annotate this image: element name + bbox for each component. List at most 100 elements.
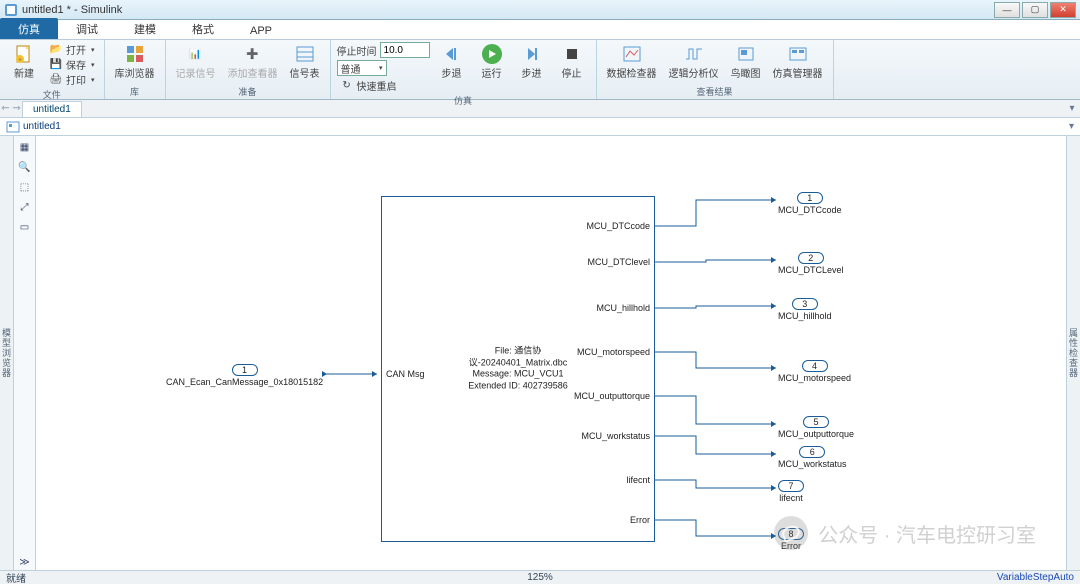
window-title: untitled1 * - Simulink (22, 4, 122, 16)
status-zoom[interactable]: 125% (527, 572, 553, 583)
document-tab[interactable]: untitled1 (22, 101, 82, 117)
ribbon: + 新建 📂打开▾ 💾保存▾ 🖨打印▾ 文件 库浏览器 库 📊记录信号 ➕添加查… (0, 40, 1080, 100)
block-out-label: MCU_DTCcode (586, 221, 650, 231)
inport-block[interactable]: 1 CAN_Ecan_CanMessage_0x18015182 (166, 364, 323, 387)
data-inspector-button[interactable]: 数据检查器 (603, 42, 661, 82)
can-unpack-block[interactable]: CAN Msg File: 通信协议-20240401_Matrix.dbc M… (381, 196, 655, 542)
ribbon-group-file: + 新建 📂打开▾ 💾保存▾ 🖨打印▾ 文件 (0, 40, 105, 99)
log-signals-icon: 📊 (186, 44, 206, 64)
print-icon: 🖨 (49, 73, 63, 87)
signal-table-button[interactable]: 信号表 (286, 42, 324, 82)
tab-debug[interactable]: 调试 (58, 18, 116, 39)
fit-button[interactable]: ⬚ (17, 179, 33, 195)
tab-app[interactable]: APP (232, 22, 290, 39)
left-dock-rail[interactable]: 模型浏览器 (0, 136, 14, 570)
library-icon (125, 44, 145, 64)
tab-simulation[interactable]: 仿真 (0, 18, 58, 39)
block-out-label: Error (630, 515, 650, 525)
tab-modeling[interactable]: 建模 (116, 18, 174, 39)
doc-tab-menu[interactable]: ▾ (1064, 103, 1080, 114)
status-bar: 就绪 125% VariableStepAuto (0, 570, 1080, 584)
right-dock-rail[interactable]: 属性检查器 (1066, 136, 1080, 570)
stop-icon (562, 44, 582, 64)
zoom-fit-button[interactable]: ⤢ (17, 199, 33, 215)
data-inspector-icon (622, 44, 642, 64)
signal-table-icon (295, 44, 315, 64)
stop-time-row: 停止时间 (337, 42, 430, 58)
explorer-button[interactable]: ▦ (17, 139, 33, 155)
step-back-button[interactable]: 步退 (434, 42, 470, 82)
maximize-button[interactable]: ▢ (1022, 2, 1048, 18)
block-out-label: lifecnt (626, 475, 650, 485)
outport-block[interactable]: 7lifecnt (778, 480, 804, 503)
app-icon (4, 3, 18, 17)
fast-restart-button[interactable]: ↻快速重启 (337, 78, 430, 93)
new-button[interactable]: + 新建 (6, 42, 42, 82)
stop-time-input[interactable] (380, 42, 430, 58)
sim-manager-button[interactable]: 仿真管理器 (769, 42, 827, 82)
outport-block[interactable]: 6MCU_workstatus (778, 446, 847, 469)
outport-block[interactable]: 2MCU_DTCLevel (778, 252, 844, 275)
block-inport-label: CAN Msg (386, 369, 425, 379)
inport-label: CAN_Ecan_CanMessage_0x18015182 (166, 377, 323, 387)
outport-block[interactable]: 4MCU_motorspeed (778, 360, 851, 383)
tab-format[interactable]: 格式 (174, 18, 232, 39)
diagram-canvas[interactable]: 1 CAN_Ecan_CanMessage_0x18015182 CAN Msg… (36, 136, 1066, 570)
outport-block[interactable]: 5MCU_outputtorque (778, 416, 854, 439)
save-icon: 💾 (49, 58, 63, 72)
block-out-label: MCU_motorspeed (577, 347, 650, 357)
minimize-button[interactable]: — (994, 2, 1020, 18)
stop-button[interactable]: 停止 (554, 42, 590, 82)
save-button[interactable]: 💾保存▾ (46, 57, 98, 72)
add-viewer-button[interactable]: ➕添加查看器 (224, 42, 282, 82)
log-signals-button[interactable]: 📊记录信号 (172, 42, 220, 82)
ribbon-group-review: 数据检查器 逻辑分析仪 鸟瞰图 仿真管理器 查看结果 (597, 40, 834, 99)
zoom-in-button[interactable]: 🔍 (17, 159, 33, 175)
svg-text:+: + (18, 57, 22, 64)
status-solver[interactable]: VariableStepAuto (997, 572, 1074, 583)
open-button[interactable]: 📂打开▾ (46, 42, 98, 57)
outport-block[interactable]: 1MCU_DTCcode (778, 192, 842, 215)
watermark: 公众号 · 汽车电控研习室 (774, 516, 1036, 550)
add-viewer-icon: ➕ (243, 44, 263, 64)
sim-manager-icon (788, 44, 808, 64)
birds-eye-icon (736, 44, 756, 64)
ribbon-group-simulate: 停止时间 普通▾ ↻快速重启 步退 运行 步进 停止 仿真 (331, 40, 597, 99)
fast-restart-icon: ↻ (340, 79, 354, 93)
step-back-icon (442, 44, 462, 64)
sim-mode-select[interactable]: 普通▾ (337, 60, 387, 76)
workspace: 模型浏览器 ▦ 🔍 ⬚ ⤢ ▭ ≫ 1 CAN_Ecan_CanMessag (0, 136, 1080, 570)
birds-eye-button[interactable]: 鸟瞰图 (727, 42, 765, 82)
close-button[interactable]: ✕ (1050, 2, 1076, 18)
block-center-text: File: 通信协议-20240401_Matrix.dbc Message: … (450, 346, 586, 393)
play-icon (482, 44, 502, 64)
block-out-label: MCU_workstatus (581, 431, 650, 441)
window-titlebar: untitled1 * - Simulink — ▢ ✕ (0, 0, 1080, 20)
new-icon: + (14, 44, 34, 64)
block-out-label: MCU_DTClevel (587, 257, 650, 267)
inport-out-arrow (322, 371, 327, 377)
breadcrumb-bar: untitled1 ▾ (0, 118, 1080, 136)
doc-nav-buttons[interactable]: ⇽ ⇾ (0, 103, 22, 114)
open-icon: 📂 (49, 43, 63, 57)
block-out-label: MCU_outputtorque (574, 391, 650, 401)
model-icon (6, 121, 20, 133)
hide-button[interactable]: ▭ (17, 219, 33, 235)
print-button[interactable]: 🖨打印▾ (46, 72, 98, 87)
step-forward-button[interactable]: 步进 (514, 42, 550, 82)
library-browser-button[interactable]: 库浏览器 (111, 42, 159, 82)
canvas-menu-button[interactable]: ≫ (17, 554, 33, 570)
outport-block[interactable]: 3MCU_hillhold (778, 298, 832, 321)
breadcrumb-item[interactable]: untitled1 (23, 121, 61, 132)
block-out-label: MCU_hillhold (596, 303, 650, 313)
breadcrumb-dropdown[interactable]: ▾ (1069, 121, 1074, 132)
canvas-toolbar: ▦ 🔍 ⬚ ⤢ ▭ ≫ (14, 136, 36, 570)
ribbon-tabstrip: 仿真 调试 建模 格式 APP (0, 20, 1080, 40)
ribbon-group-prepare: 📊记录信号 ➕添加查看器 信号表 准备 (166, 40, 331, 99)
outport-block[interactable]: 8Error (778, 528, 804, 551)
logic-analyzer-icon (684, 44, 704, 64)
run-button[interactable]: 运行 (474, 42, 510, 82)
status-ready: 就绪 (6, 570, 26, 585)
logic-analyzer-button[interactable]: 逻辑分析仪 (665, 42, 723, 82)
step-fwd-icon (522, 44, 542, 64)
